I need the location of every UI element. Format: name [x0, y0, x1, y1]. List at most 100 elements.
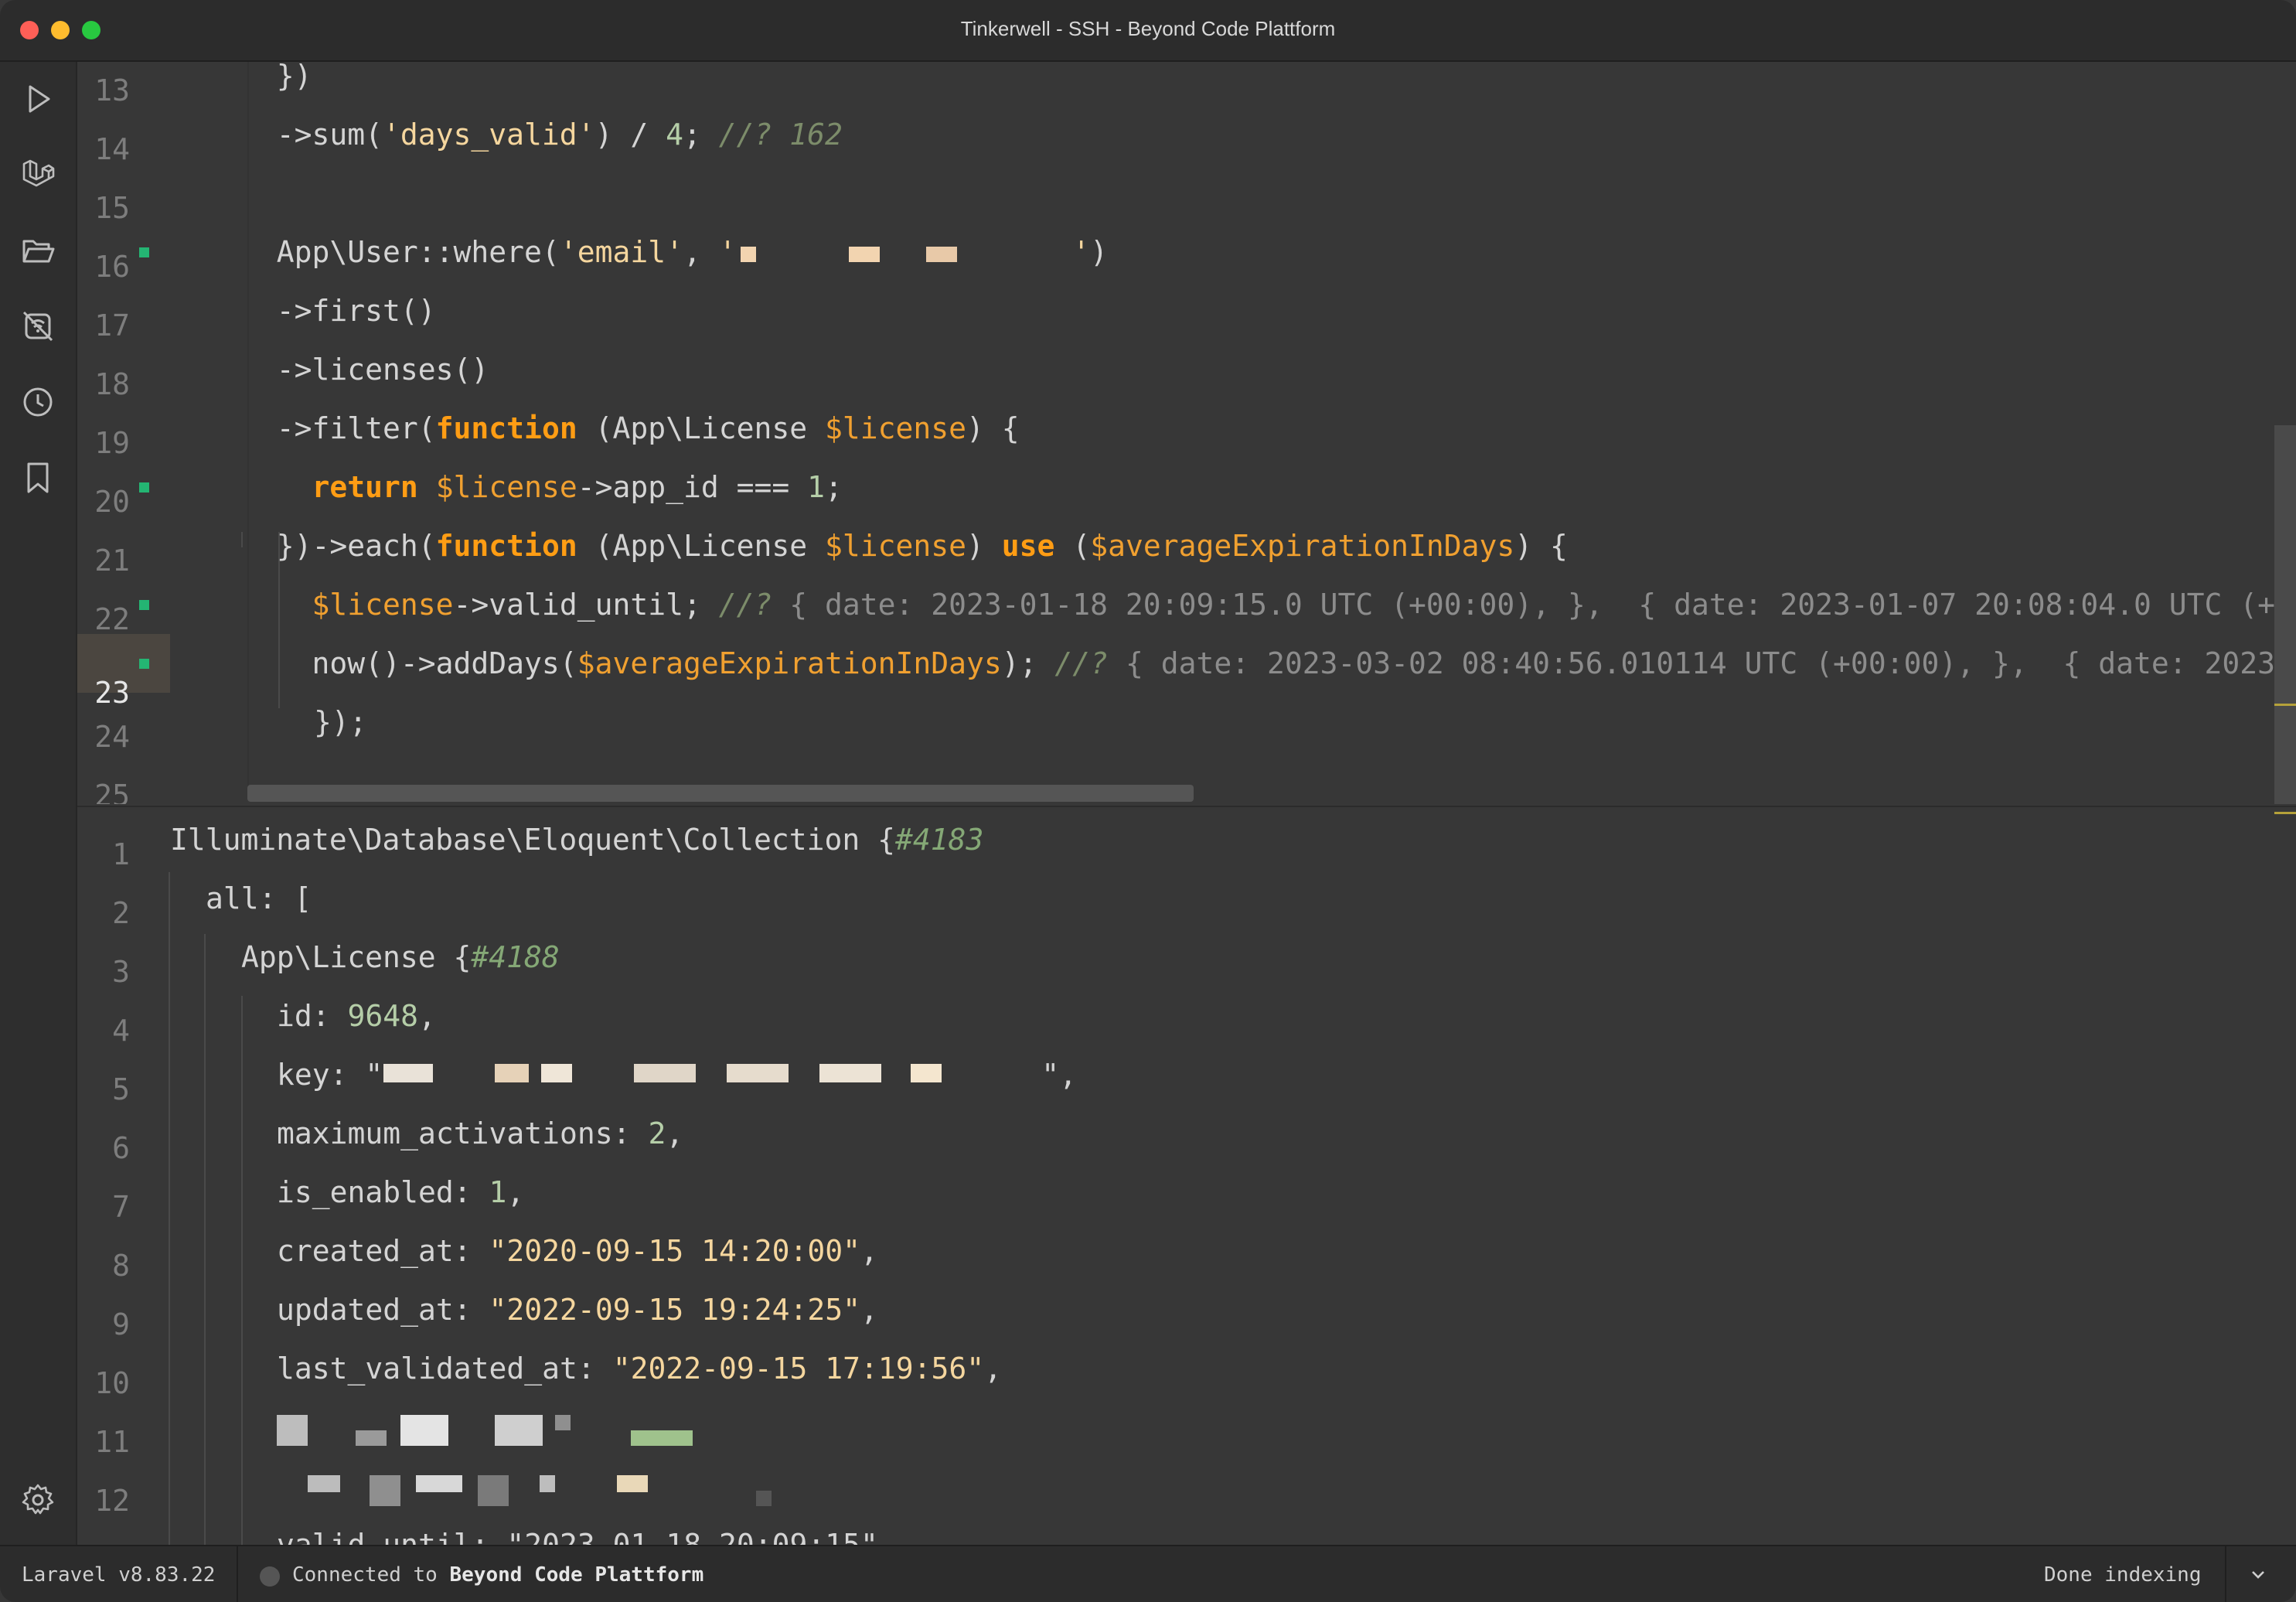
output-line: 11	[77, 1398, 2296, 1459]
redacted-pixels	[370, 1475, 400, 1506]
line-number: 13	[77, 1530, 130, 1545]
status-bar: Laravel v8.83.22 Connected to Beyond Cod…	[0, 1545, 2296, 1602]
inline-result-value: { date: 2023-01-18 20:09:15.0 UTC (+00:0…	[772, 588, 2296, 622]
redacted-pixels	[555, 1415, 571, 1430]
output-line: 1 Illuminate\Database\Eloquent\Collectio…	[77, 810, 2296, 871]
line-number: 25	[94, 779, 130, 804]
output-line: 13 valid_until: "2023-01-18 20:09:15"	[77, 1515, 2296, 1545]
output-text: maximum_activations: 2,	[277, 1116, 684, 1150]
code-line: 15	[77, 164, 2296, 225]
output-text: Illuminate\Database\Eloquent\Collection …	[170, 823, 984, 857]
redacted-pixels	[540, 1475, 555, 1492]
output-line: 3 App\License {#4188	[77, 928, 2296, 989]
inline-result: //?	[718, 588, 772, 622]
output-text: last_validated_at: "2022-09-15 17:19:56"…	[277, 1351, 1003, 1386]
horizontal-scrollbar[interactable]	[247, 785, 1194, 802]
code-text: })	[241, 62, 312, 93]
sidebar	[0, 62, 77, 1545]
inline-result: //?	[1054, 646, 1109, 680]
redacted-pixels	[756, 1491, 772, 1506]
code-line: 19 ->filter(function (App\License $licen…	[77, 399, 2296, 460]
inline-result-value: { date: 2023-03-02 08:40:56.010114 UTC (…	[1108, 646, 2296, 680]
folder-open-icon[interactable]	[19, 232, 56, 269]
redacted-pixels	[926, 247, 957, 262]
output-text: valid_until: "2023-01-18 20:09:15"	[277, 1528, 878, 1545]
output-line: 8 created_at: "2020-09-15 14:20:00",	[77, 1222, 2296, 1283]
code-text: ->filter(function (App\License $license)…	[241, 411, 1020, 445]
output-text: all: [	[206, 881, 312, 915]
redacted-pixels	[849, 247, 880, 262]
scrollbar-marker	[2274, 704, 2296, 706]
redacted-pixels	[308, 1475, 340, 1492]
code-line: 20 return $license->app_id === 1;	[77, 458, 2296, 519]
redacted-pixels	[356, 1430, 387, 1446]
connection-status-icon	[260, 1566, 280, 1587]
code-text: return $license->app_id === 1;	[312, 470, 843, 504]
redacted-pixels	[400, 1415, 448, 1446]
title-bar: Tinkerwell - SSH - Beyond Code Plattform	[0, 0, 2296, 62]
output-line: 7 is_enabled: 1,	[77, 1163, 2296, 1224]
clock-icon[interactable]	[19, 383, 56, 421]
code-line-current: 23 now()->addDays($averageExpirationInDa…	[77, 634, 2296, 710]
code-editor[interactable]: 13 }) 14 ->sum('days_valid') / 4; //? 16…	[77, 62, 2296, 804]
output-text: App\License {#4188	[241, 940, 560, 974]
bookmark-icon[interactable]	[19, 459, 56, 496]
redacted-pixels	[741, 247, 756, 262]
output-line: 4 id: 9648,	[77, 987, 2296, 1048]
redacted-pixels	[277, 1415, 308, 1446]
redacted-pixels	[478, 1475, 509, 1506]
output-line: 10 last_validated_at: "2022-09-15 17:19:…	[77, 1339, 2296, 1400]
code-text: });	[314, 705, 367, 739]
no-signal-icon[interactable]	[19, 308, 56, 345]
changed-line-marker	[139, 482, 149, 493]
output-text: created_at: "2020-09-15 14:20:00",	[277, 1234, 878, 1268]
output-pane[interactable]: 1 Illuminate\Database\Eloquent\Collectio…	[77, 810, 2296, 1545]
output-line: 2 all: [	[77, 869, 2296, 930]
output-text: id: 9648,	[277, 999, 436, 1033]
code-text: ->sum('days_valid') / 4; //? 162	[241, 118, 843, 152]
changed-line-marker	[139, 600, 149, 610]
output-line: 5 key: " ",	[77, 1045, 2296, 1106]
output-text: updated_at: "2022-09-15 19:24:25",	[277, 1293, 878, 1327]
redacted-pixels	[819, 1064, 881, 1082]
laravel-icon[interactable]	[19, 156, 56, 193]
redacted-pixels	[495, 1415, 543, 1446]
code-line: 22 $license->valid_until; //? { date: 20…	[77, 575, 2296, 636]
code-text: $license->valid_until; //? { date: 2023-…	[241, 575, 2296, 634]
code-line: 13 })	[77, 62, 2296, 107]
indexing-status: Done indexing	[2044, 1563, 2202, 1587]
code-text: ->licenses()	[241, 353, 489, 387]
pane-divider[interactable]	[77, 806, 2296, 807]
status-divider	[237, 1546, 238, 1602]
redacted-pixels	[911, 1064, 942, 1082]
inline-result: //? 162	[718, 118, 843, 152]
window-title: Tinkerwell - SSH - Beyond Code Plattform	[960, 17, 1336, 40]
code-text: ->first()	[241, 294, 436, 328]
chevron-down-icon[interactable]	[2248, 1565, 2268, 1585]
output-line: 9 updated_at: "2022-09-15 19:24:25",	[77, 1280, 2296, 1341]
code-text: now()->addDays($averageExpirationInDays)…	[241, 634, 2296, 693]
gear-icon[interactable]	[19, 1481, 56, 1518]
changed-line-marker	[139, 247, 149, 257]
status-divider	[2225, 1546, 2226, 1602]
redacted-pixels	[383, 1064, 433, 1082]
play-icon[interactable]	[19, 80, 56, 118]
redacted-pixels	[416, 1475, 462, 1492]
code-line: 14 ->sum('days_valid') / 4; //? 162	[77, 105, 2296, 166]
output-text: is_enabled: 1,	[277, 1175, 525, 1209]
app-window: Tinkerwell - SSH - Beyond Code Plattform	[0, 0, 2296, 1602]
vertical-scrollbar[interactable]	[2274, 425, 2296, 804]
connection-status[interactable]: Connected to Beyond Code Plattform	[292, 1563, 703, 1587]
redacted-pixels	[631, 1430, 693, 1446]
changed-line-marker	[139, 659, 149, 669]
code-line: 21 })->each(function (App\License $licen…	[77, 516, 2296, 578]
laravel-version[interactable]: Laravel v8.83.22	[22, 1563, 215, 1587]
redacted-pixels	[727, 1064, 789, 1082]
code-line: 18 ->licenses()	[77, 340, 2296, 401]
code-line: 16 App\User::where('email', ' ')	[77, 223, 2296, 284]
redacted-pixels	[634, 1064, 696, 1082]
code-line: 17 ->first()	[77, 281, 2296, 343]
code-line: 24 });	[77, 693, 2296, 754]
output-line: 6 maximum_activations: 2,	[77, 1104, 2296, 1165]
redacted-pixels	[495, 1064, 529, 1082]
